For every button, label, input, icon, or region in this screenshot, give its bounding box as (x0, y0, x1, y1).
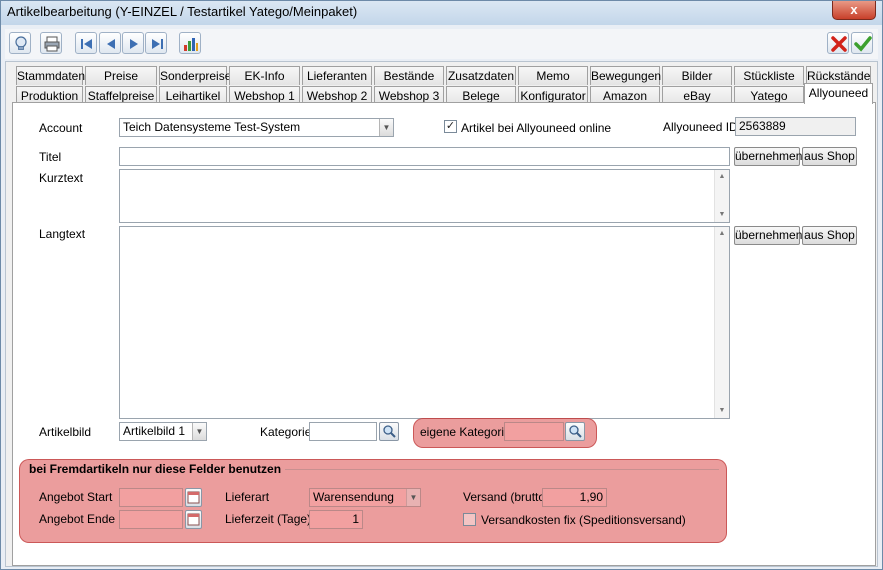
artikelbild-select[interactable]: Artikelbild 1 ▼ (119, 422, 207, 441)
eigene-kategorie-input[interactable] (504, 422, 564, 441)
next-icon (130, 39, 138, 49)
chevron-down-icon[interactable]: ▼ (192, 423, 206, 440)
kategorie-label: Kategorie (260, 425, 312, 439)
account-select[interactable]: Teich Datensysteme Test-System ▼ (119, 118, 394, 137)
versandkosten-fix-checkbox[interactable] (463, 513, 476, 526)
langtext-label: Langtext (39, 227, 86, 241)
angebot-ende-calendar-button[interactable] (185, 510, 202, 529)
search-icon (569, 425, 582, 438)
tab-bilder[interactable]: Bilder (662, 66, 732, 85)
angebot-ende-label: Angebot Ende (39, 512, 116, 526)
eigene-kategorie-label: eigene Kategorie (420, 425, 511, 439)
tab-bestaende[interactable]: Bestände (374, 66, 444, 85)
tab-allyouneed[interactable]: Allyouneed (804, 83, 873, 104)
langtext-uebernehmen-button[interactable]: übernehmen (734, 226, 802, 245)
lieferzeit-label: Lieferzeit (Tage) (225, 512, 312, 526)
eigene-kategorie-search-button[interactable] (565, 422, 585, 441)
tab-stammdaten[interactable]: Stammdaten (16, 66, 85, 85)
cancel-icon (831, 36, 847, 52)
lightbulb-icon (15, 36, 27, 50)
last-record-button[interactable] (145, 32, 167, 54)
group-divider (285, 469, 719, 470)
tab-lieferanten[interactable]: Lieferanten (302, 66, 372, 85)
last-icon (152, 39, 163, 49)
calendar-icon (187, 491, 200, 504)
print-button[interactable] (40, 32, 62, 54)
title-bar: Artikelbearbeitung (Y-EINZEL / Testartik… (1, 1, 882, 25)
first-icon (81, 39, 92, 49)
titel-label: Titel (39, 150, 62, 164)
prev-icon (107, 39, 115, 49)
lieferart-value: Warensendung (313, 490, 394, 504)
tab-memo[interactable]: Memo (518, 66, 588, 85)
online-label: Artikel bei Allyouneed online (461, 121, 612, 135)
allyouneed-panel: Account Teich Datensysteme Test-System ▼… (12, 102, 876, 566)
fremdartikel-group-title: bei Fremdartikeln nur diese Felder benut… (29, 462, 282, 476)
scroll-down-icon[interactable]: ▼ (715, 208, 729, 222)
calendar-icon (187, 513, 200, 526)
kurztext-textarea[interactable]: ▲ ▼ (119, 169, 730, 223)
tab-stueckliste[interactable]: Stückliste (734, 66, 804, 85)
tab-sonderpreise[interactable]: Sonderpreise (159, 66, 231, 85)
search-icon (383, 425, 396, 438)
window-title: Artikelbearbeitung (Y-EINZEL / Testartik… (7, 4, 358, 19)
print-icon (44, 36, 60, 52)
versand-label: Versand (brutto) (463, 490, 550, 504)
titel-uebernehmen-button[interactable]: übernehmen (734, 147, 802, 166)
kurztext-scrollbar[interactable]: ▲ ▼ (714, 170, 729, 222)
scroll-up-icon[interactable]: ▲ (715, 170, 729, 184)
statistics-button[interactable] (179, 32, 201, 54)
kategorie-input[interactable] (309, 422, 377, 441)
kategorie-search-button[interactable] (379, 422, 399, 441)
cancel-button[interactable] (827, 32, 849, 54)
content-area: Stammdaten Preise Sonderpreise EK-Info L… (5, 61, 878, 567)
article-edit-window: Artikelbearbeitung (Y-EINZEL / Testartik… (0, 0, 883, 570)
langtext-textarea[interactable]: ▲ ▼ (119, 226, 730, 419)
window-close-button[interactable]: x (832, 1, 876, 20)
kurztext-label: Kurztext (39, 171, 84, 185)
chevron-down-icon[interactable]: ▼ (406, 489, 420, 506)
lieferart-select[interactable]: Warensendung ▼ (309, 488, 421, 507)
chevron-down-icon[interactable]: ▼ (379, 119, 393, 136)
versand-input[interactable]: 1,90 (542, 488, 607, 507)
artikelbild-label: Artikelbild (39, 425, 92, 439)
scroll-up-icon[interactable]: ▲ (715, 227, 729, 241)
ok-button[interactable] (851, 32, 873, 54)
titel-input[interactable] (119, 147, 730, 166)
tab-bewegungen[interactable]: Bewegungen (590, 66, 661, 85)
chart-icon (184, 38, 198, 51)
tab-preise[interactable]: Preise (85, 66, 157, 85)
tab-ek-info[interactable]: EK-Info (229, 66, 300, 85)
account-value: Teich Datensysteme Test-System (123, 120, 301, 134)
account-label: Account (39, 121, 83, 135)
langtext-aus-shop-button[interactable]: aus Shop (802, 226, 857, 245)
titel-aus-shop-button[interactable]: aus Shop (802, 147, 857, 166)
angebot-ende-input[interactable] (119, 510, 183, 529)
ok-icon (854, 36, 872, 52)
allyouneed-id-field: 2563889 (735, 117, 856, 136)
lieferzeit-input[interactable]: 1 (309, 510, 363, 529)
artikelbild-value: Artikelbild 1 (123, 424, 186, 438)
scroll-down-icon[interactable]: ▼ (715, 404, 729, 418)
toolbar (5, 29, 878, 59)
next-record-button[interactable] (122, 32, 144, 54)
tab-zusatzdaten[interactable]: Zusatzdaten (446, 66, 516, 85)
online-checkbox[interactable]: ✓ (444, 120, 457, 133)
previous-record-button[interactable] (99, 32, 121, 54)
allyouneed-id-label: Allyouneed ID (663, 120, 738, 134)
first-record-button[interactable] (75, 32, 97, 54)
lightbulb-button[interactable] (9, 32, 31, 54)
angebot-start-calendar-button[interactable] (185, 488, 202, 507)
angebot-start-input[interactable] (119, 488, 183, 507)
versandkosten-fix-label: Versandkosten fix (Speditionsversand) (481, 513, 686, 527)
langtext-scrollbar[interactable]: ▲ ▼ (714, 227, 729, 418)
lieferart-label: Lieferart (225, 490, 270, 504)
angebot-start-label: Angebot Start (39, 490, 113, 504)
